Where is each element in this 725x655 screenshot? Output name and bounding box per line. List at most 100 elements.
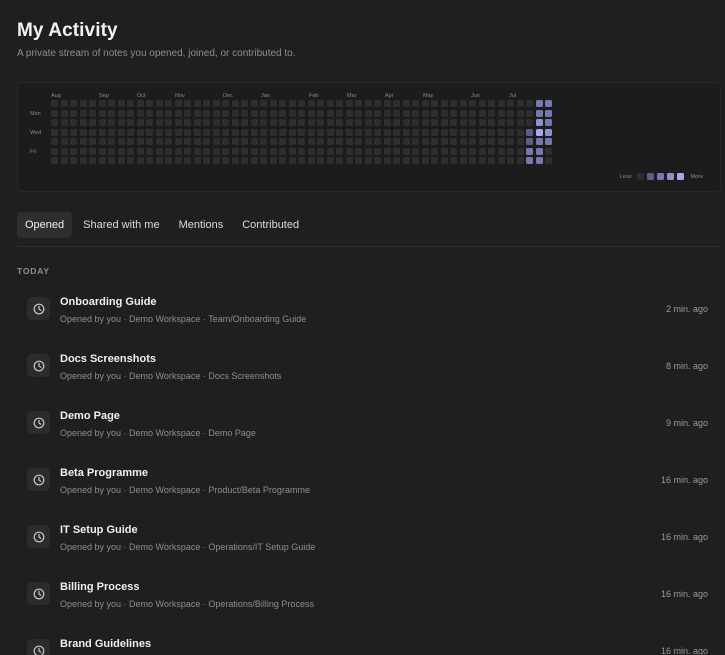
heatmap-cell [117, 109, 125, 117]
heatmap-cell [355, 138, 362, 145]
heatmap-cell [51, 147, 58, 155]
heatmap-cell [364, 100, 372, 107]
heatmap-cell [355, 109, 362, 117]
heatmap-cell [250, 119, 258, 126]
heatmap-cell [231, 147, 239, 155]
heatmap-cell [117, 147, 125, 155]
heatmap-cell [393, 157, 400, 164]
heatmap-cell [203, 109, 210, 117]
heatmap-cell [146, 157, 153, 164]
clock-icon [27, 411, 50, 434]
heatmap-cell [440, 147, 448, 155]
heatmap-cell [98, 100, 106, 107]
heatmap-cell [412, 109, 419, 117]
heatmap-cell [108, 128, 115, 136]
heatmap-cell [203, 128, 210, 136]
activity-item[interactable]: IT Setup Guide Opened by you · Demo Work… [17, 512, 720, 569]
item-time: 16 min. ago [660, 475, 708, 485]
heatmap-cell [478, 128, 486, 136]
heatmap-cell [298, 100, 305, 107]
item-time: 16 min. ago [660, 646, 708, 655]
activity-item[interactable]: Brand Guidelines 16 min. ago [17, 626, 720, 655]
heatmap-cell [459, 119, 467, 126]
item-meta: Opened by you · Demo Workspace · Team/On… [60, 314, 307, 324]
month-label: Nov [175, 93, 185, 99]
heatmap-cell [298, 119, 305, 126]
legend-level-0 [637, 173, 645, 180]
heatmap-cell [146, 128, 153, 136]
month-label: Mar [347, 93, 357, 99]
heatmap-cell [165, 100, 172, 107]
heatmap-cell [535, 119, 543, 126]
heatmap-cell [374, 138, 381, 145]
heatmap-cell [326, 157, 334, 164]
heatmap-cell [488, 100, 495, 107]
clock-icon [27, 639, 50, 655]
heatmap-cell [421, 100, 429, 107]
heatmap-cell [450, 128, 457, 136]
item-title: Brand Guidelines [60, 638, 152, 650]
heatmap-cell [393, 128, 400, 136]
heatmap-cell [203, 138, 210, 145]
heatmap-cell [421, 109, 429, 117]
heatmap-cell [51, 128, 58, 136]
heatmap-cell [165, 157, 172, 164]
heatmap-cell [307, 109, 315, 117]
heatmap-cell [507, 128, 514, 136]
heatmap-cell [79, 119, 87, 126]
tab-opened[interactable]: Opened [17, 212, 73, 238]
activity-item[interactable]: Billing Process Opened by you · Demo Wor… [17, 569, 720, 626]
heatmap-cell [241, 157, 248, 164]
heatmap-cell [326, 138, 334, 145]
heatmap-cell [279, 119, 286, 126]
heatmap-cell [60, 119, 68, 126]
heatmap-cell [184, 109, 191, 117]
heatmap-cell [279, 138, 286, 145]
heatmap-cell [478, 100, 486, 107]
tab-shared-with-me[interactable]: Shared with me [75, 212, 167, 238]
tab-contributed[interactable]: Contributed [234, 212, 307, 238]
heatmap-cell [326, 119, 334, 126]
heatmap-cell [155, 147, 163, 155]
heatmap-cell [269, 128, 277, 136]
heatmap-cell [421, 138, 429, 145]
heatmap-cell [70, 157, 77, 164]
heatmap-cell [203, 100, 210, 107]
heatmap-cell [174, 100, 182, 107]
day-label: Fri [30, 149, 37, 155]
heatmap-cell [60, 138, 68, 145]
heatmap-cell [108, 147, 115, 155]
heatmap-cell [250, 100, 258, 107]
activity-item[interactable]: Onboarding Guide Opened by you · Demo Wo… [17, 284, 720, 341]
heatmap-cell [279, 109, 286, 117]
heatmap-cell [174, 147, 182, 155]
heatmap-cell [307, 100, 315, 107]
heatmap-cell [203, 147, 210, 155]
heatmap-cell [345, 100, 353, 107]
activity-item[interactable]: Demo Page Opened by you · Demo Workspace… [17, 398, 720, 455]
heatmap-cell [421, 147, 429, 155]
heatmap-cell [174, 109, 182, 117]
item-meta: Opened by you · Demo Workspace · Operati… [60, 599, 314, 609]
heatmap-cell [174, 128, 182, 136]
heatmap-cell [469, 100, 476, 107]
heatmap-cell [383, 128, 391, 136]
activity-item[interactable]: Beta Programme Opened by you · Demo Work… [17, 455, 720, 512]
item-meta: Opened by you · Demo Workspace · Demo Pa… [60, 428, 256, 438]
heatmap-legend: Less More [617, 173, 706, 180]
item-title: Beta Programme [60, 467, 149, 479]
heatmap-cell [51, 119, 58, 126]
heatmap-cell [260, 157, 267, 164]
heatmap-cell [60, 100, 68, 107]
tab-mentions[interactable]: Mentions [171, 212, 232, 238]
activity-item[interactable]: Docs Screenshots Opened by you · Demo Wo… [17, 341, 720, 398]
heatmap-cell [60, 147, 68, 155]
heatmap-cell [317, 138, 324, 145]
heatmap-cell [117, 100, 125, 107]
heatmap-cell [507, 157, 514, 164]
heatmap-cell [488, 128, 495, 136]
heatmap-cell [231, 128, 239, 136]
heatmap-cell [355, 147, 362, 155]
heatmap-cell [516, 157, 524, 164]
heatmap-cell [497, 157, 505, 164]
